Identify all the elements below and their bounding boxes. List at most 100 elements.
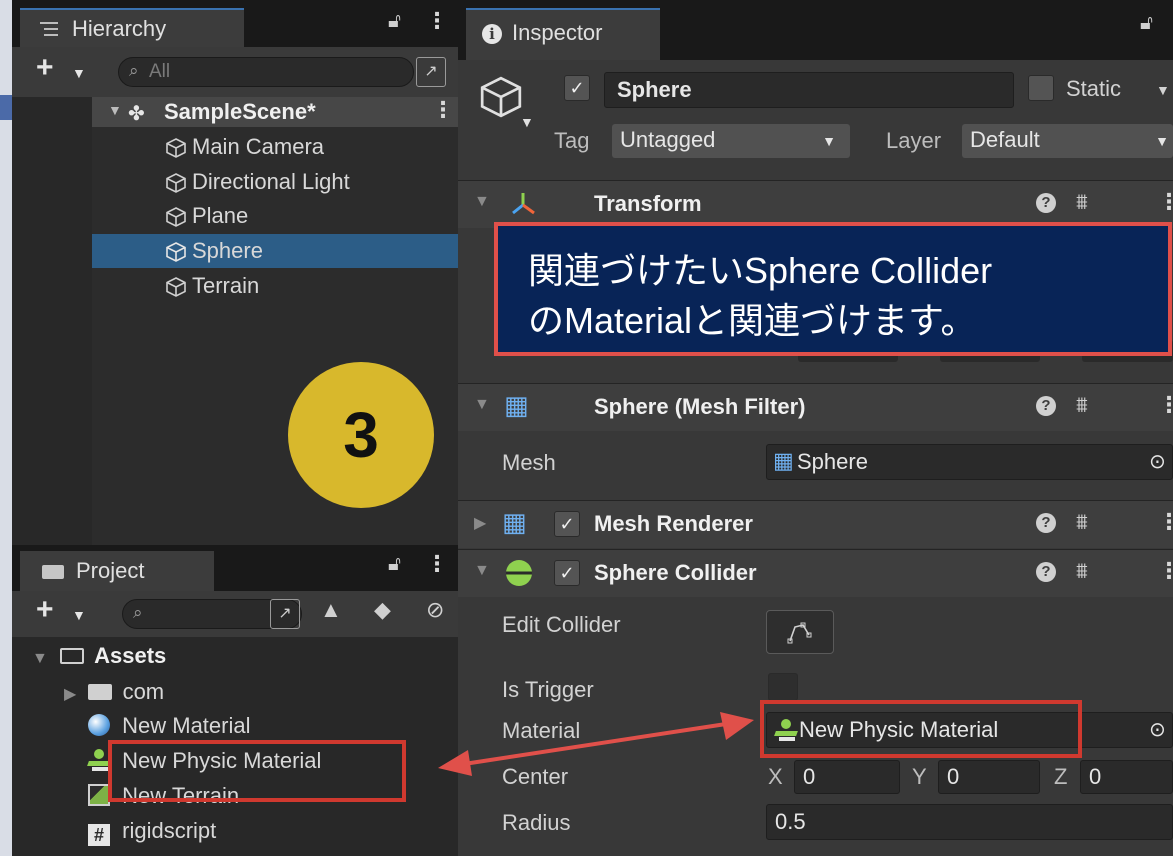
component-menu-icon[interactable]: ⋮ — [1158, 509, 1173, 535]
mesh-filter-icon: ▦ — [504, 390, 529, 420]
center-y-value: 0 — [947, 764, 960, 789]
lock-icon[interactable]: 🔓︎ — [388, 10, 401, 33]
help-icon[interactable]: ? — [1036, 396, 1056, 416]
assets-folder-row[interactable]: ▼ Assets — [32, 643, 166, 675]
active-checkbox[interactable]: ✓ — [564, 75, 590, 101]
tab-hierarchy[interactable]: Hierarchy — [20, 8, 244, 47]
scene-row[interactable]: ▼ ✤ SampleScene* ⋮ — [92, 97, 458, 127]
collapse-caret-icon[interactable]: ▼ — [474, 193, 490, 211]
add-icon[interactable]: + — [36, 51, 54, 85]
project-item-label: rigidscript — [122, 818, 217, 843]
filter-by-type-icon[interactable]: ▲ — [320, 597, 342, 623]
edit-collider-label: Edit Collider — [502, 612, 621, 637]
help-icon[interactable]: ? — [1036, 193, 1056, 213]
hierarchy-item-label: Plane — [192, 203, 249, 228]
unity-scene-icon: ✤ — [128, 103, 145, 125]
script-icon: # — [88, 824, 110, 846]
layer-dropdown[interactable]: Default ▼ — [962, 124, 1173, 158]
project-item-rigidscript[interactable]: # rigidscript — [88, 818, 216, 850]
center-x-label: X — [768, 764, 783, 789]
mesh-label: Mesh — [502, 450, 556, 475]
tag-label: Tag — [554, 128, 590, 153]
tab-project[interactable]: Project — [20, 551, 214, 591]
tab-inspector[interactable]: i Inspector — [466, 8, 660, 60]
object-picker-icon[interactable]: ⊙ — [1149, 717, 1166, 742]
collapse-caret-icon[interactable]: ▼ — [474, 396, 490, 414]
link-arrow-icon — [438, 712, 754, 776]
search-mode-icon[interactable]: ↗ — [416, 57, 446, 87]
help-icon[interactable]: ? — [1036, 513, 1056, 533]
expand-caret-icon[interactable]: ▼ — [108, 102, 122, 118]
hierarchy-item-terrain[interactable]: Terrain — [92, 269, 458, 303]
object-picker-icon[interactable]: ⊙ — [1149, 449, 1166, 474]
instruction-callout: 関連づけたいSphere Collider のMaterialと関連づけます。 — [494, 222, 1172, 356]
edit-collider-button[interactable] — [766, 610, 834, 654]
physic-material-icon — [87, 749, 111, 771]
hidden-packages-icon[interactable]: ⊘ — [426, 597, 444, 623]
static-checkbox[interactable] — [1028, 75, 1054, 101]
mesh-renderer-enabled-checkbox[interactable]: ✓ — [554, 511, 580, 537]
hierarchy-item-sphere[interactable]: Sphere — [92, 234, 458, 268]
center-z-value: 0 — [1089, 764, 1102, 789]
mesh-renderer-component-header[interactable]: ▶ ▦ ✓ Mesh Renderer ? ⩩ ⋮ — [458, 500, 1173, 548]
icon-dropdown-caret-icon[interactable]: ▼ — [520, 114, 534, 130]
chevron-down-icon[interactable]: ▼ — [72, 65, 86, 81]
sphere-collider-icon — [506, 560, 532, 586]
hierarchy-item-plane[interactable]: Plane — [92, 199, 458, 233]
terrain-icon — [88, 784, 110, 806]
preset-sliders-icon[interactable]: ⩩ — [1076, 509, 1088, 535]
sphere-collider-component-header[interactable]: ▼ ✓ Sphere Collider ? ⩩ ⋮ — [458, 549, 1173, 597]
is-trigger-checkbox[interactable] — [768, 673, 798, 701]
hierarchy-search-input[interactable]: ⌕ All — [118, 57, 414, 87]
open-folder-icon — [59, 648, 84, 664]
center-z-field[interactable]: 0 — [1080, 760, 1173, 794]
component-menu-icon[interactable]: ⋮ — [1158, 558, 1173, 584]
mesh-filter-component-header[interactable]: ▼ ▦ Sphere (Mesh Filter) ? ⩩ ⋮ — [458, 383, 1173, 431]
info-icon: i — [482, 24, 502, 44]
collapse-caret-icon[interactable]: ▼ — [474, 562, 490, 580]
radius-field[interactable]: 0.5 — [766, 804, 1173, 840]
center-x-field[interactable]: 0 — [794, 760, 900, 794]
callout-line-1: 関連づけたいSphere Collider — [528, 250, 993, 291]
component-menu-icon[interactable]: ⋮ — [1158, 189, 1173, 215]
sphere-collider-enabled-checkbox[interactable]: ✓ — [554, 560, 580, 586]
callout-line-2: のMaterialと関連づけます。 — [528, 300, 977, 341]
filter-by-label-icon[interactable]: ◆ — [374, 597, 391, 623]
center-y-field[interactable]: 0 — [938, 760, 1040, 794]
lock-icon[interactable]: 🔓︎ — [388, 553, 401, 576]
component-menu-icon[interactable]: ⋮ — [1158, 392, 1173, 418]
transform-component-header[interactable]: ▼ Transform ? ⩩ ⋮ — [458, 180, 1173, 228]
help-icon[interactable]: ? — [1036, 562, 1056, 582]
preset-sliders-icon[interactable]: ⩩ — [1076, 189, 1088, 215]
tab-inspector-label: Inspector — [512, 20, 603, 45]
expand-caret-icon[interactable]: ▶ — [64, 686, 76, 703]
chevron-down-icon[interactable]: ▼ — [72, 607, 86, 623]
create-asset-icon[interactable]: + — [36, 593, 54, 627]
hierarchy-item-directional-light[interactable]: Directional Light — [92, 165, 458, 199]
folder-icon — [88, 684, 113, 700]
tag-dropdown[interactable]: Untagged ▼ — [612, 124, 850, 158]
search-icon: ⌕ — [129, 61, 139, 80]
static-dropdown-caret-icon[interactable]: ▼ — [1156, 82, 1170, 98]
scene-options-icon[interactable]: ⋮ — [432, 97, 454, 123]
mesh-object-field[interactable]: ▦ Sphere ⊙ — [766, 444, 1173, 480]
preset-sliders-icon[interactable]: ⩩ — [1076, 558, 1088, 584]
hierarchy-item-label: Directional Light — [192, 169, 350, 194]
static-label: Static — [1066, 76, 1122, 101]
tab-hierarchy-label: Hierarchy — [72, 16, 167, 41]
chevron-down-icon: ▼ — [1155, 133, 1169, 149]
assets-folder-label: Assets — [94, 643, 167, 668]
object-name-field[interactable]: Sphere — [604, 72, 1014, 108]
expand-caret-icon[interactable]: ▶ — [474, 513, 486, 533]
more-options-icon[interactable]: ⋮ — [426, 551, 448, 577]
hierarchy-item-main-camera[interactable]: Main Camera — [92, 130, 458, 164]
preset-sliders-icon[interactable]: ⩩ — [1076, 392, 1088, 418]
center-z-label: Z — [1054, 764, 1068, 789]
lock-icon[interactable]: 🔓︎ — [1140, 12, 1153, 35]
search-mode-icon[interactable]: ↗ — [270, 599, 300, 629]
chevron-down-icon: ▼ — [822, 133, 836, 149]
gameobject-cube-icon — [166, 138, 186, 158]
project-item-com[interactable]: ▶ com — [64, 679, 164, 711]
expand-caret-icon[interactable]: ▼ — [32, 650, 48, 667]
more-options-icon[interactable]: ⋮ — [426, 8, 448, 34]
